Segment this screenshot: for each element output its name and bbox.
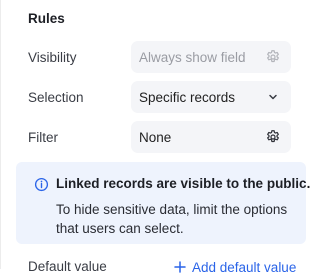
filter-label: Filter [28, 130, 58, 145]
selection-dropdown[interactable]: Specific records [131, 81, 291, 113]
rules-heading: Rules [28, 11, 65, 26]
gear-icon[interactable] [265, 129, 281, 145]
add-default-value-button[interactable]: Add default value [172, 259, 296, 275]
filter-value: None [139, 129, 172, 145]
visibility-label: Visibility [28, 50, 77, 65]
filter-field[interactable]: None [131, 121, 291, 153]
add-default-value-label: Add default value [192, 259, 297, 275]
visibility-value: Always show field [139, 49, 246, 65]
chevron-down-icon [265, 89, 281, 105]
info-icon [33, 176, 49, 192]
notice-body: To hide sensitive data, limit the option… [56, 202, 288, 236]
plus-icon [172, 259, 188, 275]
gear-icon [265, 49, 281, 65]
visibility-field: Always show field [131, 41, 291, 73]
default-value-label: Default value [28, 259, 107, 274]
selection-value: Specific records [139, 89, 236, 105]
selection-label: Selection [28, 90, 84, 105]
notice-title: Linked records are visible to the public… [56, 176, 311, 191]
field-settings-panel: Rules Visibility Always show field Selec… [0, 0, 310, 275]
public-visibility-notice: Linked records are visible to the public… [16, 162, 310, 244]
